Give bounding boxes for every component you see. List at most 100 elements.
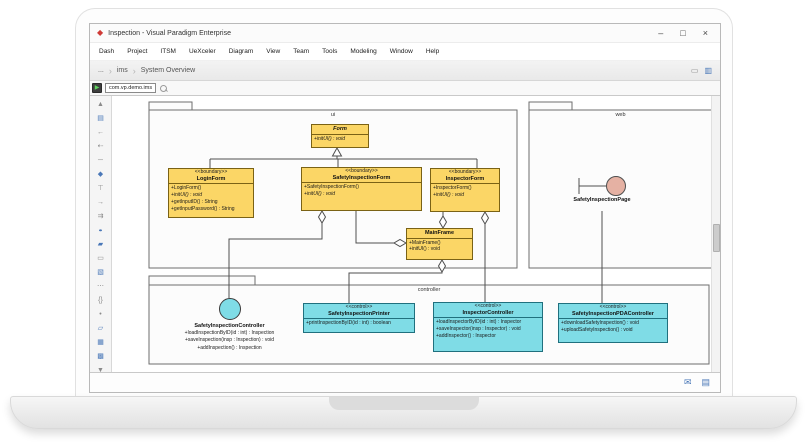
dependency-tool-icon[interactable]: ⇠ (90, 140, 111, 154)
class-operation: +getInputID() : String (171, 199, 251, 206)
frame-tool-icon[interactable]: ▭ (90, 252, 111, 266)
class-operation: +addInspector() : Inspector (436, 333, 540, 340)
tab-com-vp-demo-ims[interactable]: com.vp.demo.ims (105, 83, 156, 94)
package-tab-controller (149, 276, 255, 285)
window-controls: – □ × (658, 29, 720, 38)
vertical-scrollbar[interactable] (711, 96, 720, 372)
transition-tool-icon[interactable]: ⇉ (90, 210, 111, 224)
laptop-base (10, 396, 797, 429)
search-icon[interactable] (160, 85, 167, 92)
class-safety-inspection-printer[interactable]: <<control>> SafetyInspectionPrinter +pri… (303, 303, 415, 333)
class-login-form[interactable]: <<boundary>> LoginForm +LoginForm() +ini… (168, 168, 254, 218)
chart-icon[interactable]: ▦ (90, 336, 111, 350)
diagram-canvas[interactable]: ui web controller Form +initUI() : void … (112, 96, 720, 372)
status-bar: ✉ ▤ (90, 372, 720, 392)
model-folder-icon[interactable]: ▱ (90, 322, 111, 336)
class-operation: +getInputPassword() : String (171, 206, 251, 213)
class-main-frame[interactable]: MainFrame +MainFrame() +initUI() : void (406, 228, 473, 260)
class-form[interactable]: Form +initUI() : void (311, 124, 369, 148)
scrollbar-thumb[interactable] (713, 224, 720, 252)
class-inspector-form[interactable]: <<boundary>> InspectorForm +InspectorFor… (430, 168, 500, 212)
diamond-tool-icon[interactable]: ◆ (90, 168, 111, 182)
class-operation: +initUI() : void (433, 192, 497, 199)
diagram-toolbar: ▲ ▤ ← ⇠ ─ ◆ ⊤ → ⇉ ● ▰ ▭ ▧ ⋯ {} • ▱ (90, 96, 112, 372)
class-name: SafetyInspectionController (194, 323, 264, 329)
package-tool-icon[interactable]: ▰ (90, 238, 111, 252)
menu-itsm[interactable]: ITSM (160, 48, 176, 55)
boundary-safety-inspection-page[interactable]: SafetyInspectionPage (552, 197, 652, 203)
class-name: InspectorForm (432, 176, 498, 183)
boundary-circle-icon (607, 177, 626, 196)
main-area: ▲ ▤ ← ⇠ ─ ◆ ⊤ → ⇉ ● ▰ ▭ ▧ ⋯ {} • ▱ (90, 96, 720, 372)
app-logo-icon: ◆ (97, 29, 103, 37)
report-icon[interactable]: ▤ (701, 377, 710, 388)
class-operation: +printInspectionByID(id : int) : boolean (306, 320, 412, 327)
class-operation: +addInspection() : Inspection (185, 345, 275, 352)
class-operation: +initUI() : void (171, 192, 251, 199)
title-bar: ◆ Inspection - Visual Paradigm Enterpris… (90, 24, 720, 43)
maximize-button[interactable]: □ (680, 29, 685, 38)
menu-view[interactable]: View (266, 48, 280, 55)
breadcrumb-root[interactable]: ... (98, 67, 104, 74)
menu-tools[interactable]: Tools (322, 48, 337, 55)
app-window: ◆ Inspection - Visual Paradigm Enterpris… (89, 23, 721, 393)
anchor-point-tool-icon[interactable]: • (90, 308, 111, 322)
class-name: SafetyInspectionPrinter (305, 311, 413, 318)
directed-association-tool-icon[interactable]: → (90, 196, 111, 210)
chevron-right-icon: › (109, 66, 112, 76)
class-tool-icon[interactable]: ▤ (90, 112, 111, 126)
class-operation: +saveInspection(insp : Inspection) : voi… (185, 337, 275, 344)
association-tool-icon[interactable]: ← (90, 126, 111, 140)
laptop-screen: ◆ Inspection - Visual Paradigm Enterpris… (75, 8, 733, 396)
menu-modeling[interactable]: Modeling (350, 48, 376, 55)
class-name: SafetyInspectionForm (303, 175, 420, 182)
class-name: Form (313, 126, 367, 133)
mail-icon[interactable]: ✉ (684, 377, 692, 388)
oval-tool-icon[interactable]: ● (90, 227, 111, 236)
class-operation: +initUI() : void (304, 191, 419, 198)
menu-help[interactable]: Help (426, 48, 439, 55)
class-name: MainFrame (408, 230, 471, 237)
class-operation: +downloadSafetyInspection() : void (561, 320, 665, 327)
class-operation: +InspectorForm() (433, 185, 497, 192)
anchor-tool-icon[interactable]: ⊤ (90, 182, 111, 196)
scroll-up-icon[interactable]: ▲ (90, 98, 111, 112)
menu-diagram[interactable]: Diagram (229, 48, 254, 55)
class-operation: +uploadSafetyInspection() : void (561, 327, 665, 334)
play-icon: ▶ (95, 85, 100, 91)
menu-team[interactable]: Team (293, 48, 309, 55)
panel-layout-icon[interactable]: ▥ (704, 66, 712, 75)
tab-strip: ▶ com.vp.demo.ims (90, 81, 720, 96)
minimize-button[interactable]: – (658, 29, 663, 38)
class-safety-inspection-form[interactable]: <<boundary>> SafetyInspectionForm +Safet… (301, 167, 422, 211)
class-name: LoginForm (170, 176, 252, 183)
laptop-hinge-notch (329, 397, 479, 410)
class-safety-inspection-pda-controller[interactable]: <<control>> SafetyInspectionPDAControlle… (558, 303, 668, 343)
close-button[interactable]: × (703, 29, 708, 38)
class-operation: +saveInspector(insp : Inspector) : void (436, 326, 540, 333)
selection-preview-icon[interactable]: ▭ (691, 66, 699, 75)
run-button[interactable]: ▶ (92, 83, 102, 93)
menu-dash[interactable]: Dash (99, 48, 114, 55)
class-operation: +LoginForm() (171, 185, 251, 192)
menu-uexceler[interactable]: UeXceler (189, 48, 216, 55)
constraint-tool-icon[interactable]: {} (90, 294, 111, 308)
control-safety-inspection-controller[interactable]: SafetyInspectionController +loadInspecti… (157, 298, 302, 352)
more-tools-icon[interactable]: ⋯ (90, 280, 111, 294)
menu-project[interactable]: Project (127, 48, 147, 55)
note-tool-icon[interactable]: ▧ (90, 266, 111, 280)
breadcrumb-project[interactable]: ims (117, 67, 128, 74)
line-tool-icon[interactable]: ─ (90, 154, 111, 168)
class-name: SafetyInspectionPDAController (560, 311, 666, 318)
menu-window[interactable]: Window (390, 48, 413, 55)
class-operation: +loadInspectorByID(id : int) : Inspector (436, 319, 540, 326)
breadcrumb-page[interactable]: System Overview (141, 67, 195, 74)
control-circle-icon (219, 298, 241, 320)
class-inspector-controller[interactable]: <<control>> InspectorController +loadIns… (433, 302, 543, 352)
breadcrumb: ... › ims › System Overview ▭ ▥ (90, 61, 720, 81)
package-tab-ui (149, 102, 192, 110)
menu-bar: Dash Project ITSM UeXceler Diagram View … (90, 43, 720, 61)
grid-icon[interactable]: ▩ (90, 350, 111, 364)
diagram-layer: ui web controller Form +initUI() : void … (112, 96, 716, 372)
class-operation: +initUI() : void (314, 136, 366, 143)
